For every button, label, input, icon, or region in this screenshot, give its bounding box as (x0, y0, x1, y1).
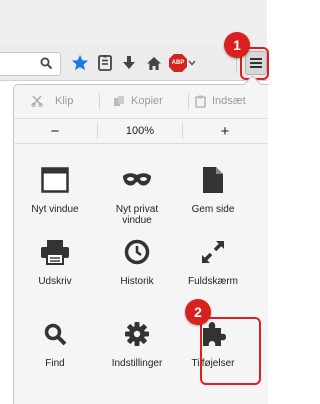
zoom-in-button[interactable]: + (183, 119, 267, 143)
print-button[interactable]: Udskriv (17, 232, 93, 302)
magnifier-icon (44, 323, 67, 346)
zoom-reset-button[interactable]: 100% (98, 119, 182, 143)
private-mask-icon (123, 173, 151, 186)
zoom-controls: − 100% + (13, 118, 267, 144)
copy-button[interactable]: Kopier (113, 89, 163, 113)
cut-button[interactable]: Klip (31, 89, 73, 113)
printer-icon (41, 240, 69, 265)
new-private-window-label: Nyt privat vindue (115, 204, 159, 226)
settings-button[interactable]: Indstillinger (99, 314, 175, 384)
scissors-icon (31, 95, 43, 107)
reading-list-icon[interactable] (95, 53, 115, 73)
copy-label: Kopier (131, 95, 163, 107)
paste-label: Indsæt (212, 95, 246, 107)
save-page-label: Gem side (191, 204, 235, 215)
zoom-out-button[interactable]: − (13, 119, 97, 143)
gear-icon (125, 322, 149, 346)
edit-separator (99, 93, 100, 109)
fullscreen-arrows-icon (202, 241, 224, 263)
fullscreen-label: Fuldskærm (187, 276, 238, 287)
chevron-down-icon[interactable] (187, 53, 197, 73)
new-window-button[interactable]: Nyt vindue (17, 160, 93, 230)
cut-label: Klip (55, 95, 74, 107)
window-icon (41, 167, 69, 193)
edit-separator (188, 93, 189, 109)
copy-icon (114, 96, 124, 106)
history-clock-icon (124, 239, 150, 265)
download-arrow-icon[interactable] (119, 53, 139, 73)
adblock-label: ABP (171, 60, 185, 66)
step-2-badge: 2 (185, 299, 211, 325)
edit-controls: Klip Kopier Indsæt (13, 89, 267, 113)
paste-button[interactable]: Indsæt (195, 89, 246, 113)
clipboard-icon (195, 95, 206, 108)
fullscreen-button[interactable]: Fuldskærm (175, 232, 251, 302)
settings-label: Indstillinger (111, 358, 163, 369)
history-button[interactable]: Historik (99, 232, 175, 302)
add-ons-highlight (200, 317, 261, 385)
new-window-label: Nyt vindue (31, 204, 79, 215)
find-button[interactable]: Find (17, 314, 93, 384)
search-icon[interactable] (36, 53, 56, 73)
new-private-window-button[interactable]: Nyt privat vindue (99, 160, 175, 230)
save-page-button[interactable]: Gem side (175, 160, 251, 230)
print-label: Udskriv (38, 276, 72, 287)
bookmark-star-icon[interactable] (70, 53, 90, 73)
save-page-icon (203, 167, 223, 193)
find-label: Find (45, 358, 65, 369)
step-1-badge: 1 (224, 32, 250, 58)
history-label: Historik (120, 276, 154, 287)
home-icon[interactable] (144, 53, 164, 73)
adblock-abp-icon[interactable]: ABP (168, 53, 188, 73)
